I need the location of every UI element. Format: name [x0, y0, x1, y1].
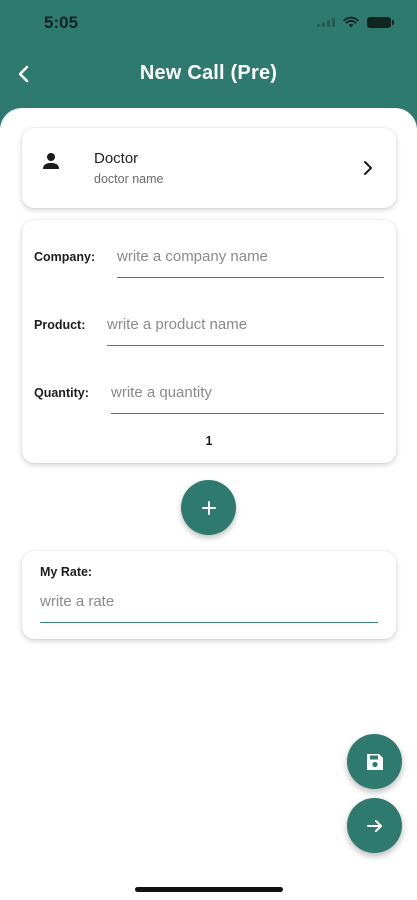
product-input[interactable]: [107, 312, 384, 346]
wifi-icon: [343, 16, 359, 28]
chevron-right-icon: [364, 161, 372, 175]
quantity-row: Quantity:: [34, 380, 384, 436]
page-title: New Call (Pre): [139, 62, 278, 84]
content-sheet: Doctor doctor name Company: Product: Qua…: [0, 108, 417, 900]
app-bar: New Call (Pre): [0, 48, 417, 100]
home-indicator: [135, 887, 283, 892]
status-time: 5:05: [44, 13, 79, 32]
status-icons: [317, 16, 394, 28]
rate-card: My Rate:: [22, 551, 396, 639]
doctor-select-card[interactable]: Doctor doctor name: [22, 128, 396, 208]
battery-icon: [367, 16, 394, 28]
add-product-button[interactable]: [181, 480, 236, 535]
save-button[interactable]: [347, 734, 402, 789]
arrow-right-icon: [366, 819, 382, 832]
status-bar: 5:05: [0, 0, 417, 44]
product-label: Product:: [34, 318, 86, 332]
rate-input[interactable]: [40, 589, 378, 623]
product-entry-card: Company: Product: Quantity: 1: [22, 220, 396, 463]
quantity-label: Quantity:: [34, 386, 89, 400]
item-index: 1: [205, 434, 213, 448]
person-icon: [43, 153, 59, 169]
cellular-signal-icon: [317, 17, 335, 27]
rate-label: My Rate:: [40, 565, 93, 579]
plus-icon: [201, 500, 216, 515]
company-label: Company:: [34, 250, 96, 264]
company-row: Company:: [34, 244, 384, 300]
next-button[interactable]: [347, 798, 402, 853]
quantity-input[interactable]: [111, 380, 384, 414]
product-row: Product:: [34, 312, 384, 368]
company-input[interactable]: [117, 244, 384, 278]
doctor-name-placeholder: doctor name: [94, 172, 164, 186]
doctor-title: Doctor: [94, 150, 139, 167]
save-icon: [366, 753, 383, 770]
